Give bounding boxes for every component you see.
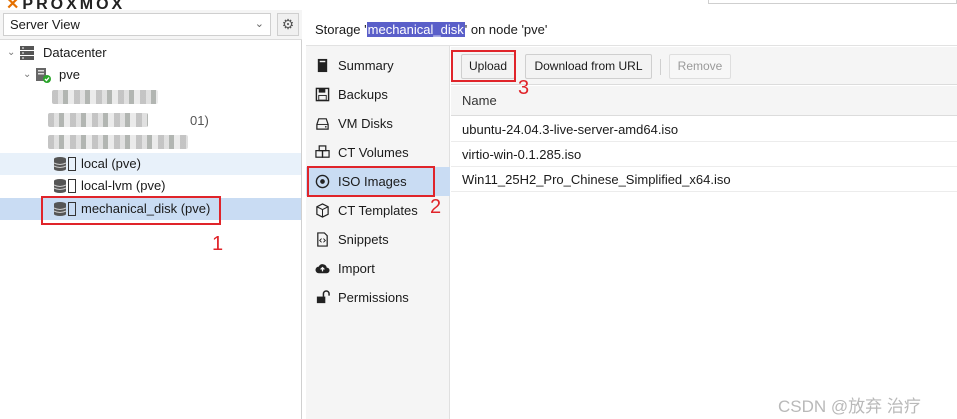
nav-item-label: Import: [338, 261, 375, 276]
download-from-url-button[interactable]: Download from URL: [525, 54, 652, 79]
blurred-tree-fragment: 01): [190, 113, 209, 128]
file-code-icon: [317, 232, 328, 247]
tree-item-storage-local[interactable]: local (pve): [0, 153, 301, 175]
tree-item-label: pve: [59, 67, 80, 82]
database-icon: [53, 179, 67, 193]
nav-item-label: Snippets: [338, 232, 389, 247]
nav-item-permissions[interactable]: Permissions: [306, 283, 450, 312]
title-prefix: Storage ': [315, 22, 367, 37]
blurred-tree-item: [48, 113, 148, 127]
view-select[interactable]: Server View ⌄: [3, 13, 271, 36]
storage-nav: Summary Backups VM Disks CT Volumes ISO …: [306, 46, 450, 419]
table-row[interactable]: ubuntu-24.04.3-live-server-amd64.iso: [451, 117, 957, 142]
blurred-tree-item: [52, 90, 158, 104]
panel-header: Storage 'mechanical_disk' on node 'pve': [306, 14, 957, 46]
tree-item-datacenter[interactable]: ⌄ Datacenter: [0, 42, 301, 64]
database-icon: [53, 157, 67, 171]
tree-item-label: local-lvm (pve): [81, 178, 166, 193]
nav-item-label: Permissions: [338, 290, 409, 305]
nav-item-label: Summary: [338, 58, 394, 73]
search-input[interactable]: [708, 0, 957, 4]
nav-item-label: CT Volumes: [338, 145, 409, 160]
page-title: Storage 'mechanical_disk' on node 'pve': [315, 22, 547, 37]
blurred-tree-item: [48, 135, 188, 149]
nav-item-label: VM Disks: [338, 116, 393, 131]
cube-icon: [316, 203, 329, 218]
nav-item-vm-disks[interactable]: VM Disks: [306, 109, 450, 138]
nav-item-summary[interactable]: Summary: [306, 51, 450, 80]
chevron-down-icon: ⌄: [254, 18, 264, 30]
annotation-number-2: 2: [430, 196, 442, 218]
annotation-box-storage: [41, 196, 221, 225]
nav-item-snippets[interactable]: Snippets: [306, 225, 450, 254]
top-strip: ✕PROXMOX: [0, 0, 957, 13]
table-row[interactable]: virtio-win-0.1.285.iso: [451, 142, 957, 167]
tree-item-node-pve[interactable]: ⌄ pve: [0, 64, 301, 86]
annotation-box-upload: [451, 50, 516, 82]
remove-button[interactable]: Remove: [669, 54, 731, 79]
unlock-icon: [316, 290, 330, 304]
node-online-icon: [36, 68, 51, 83]
title-suffix: ' on node 'pve': [464, 22, 548, 37]
cubes-icon: [315, 145, 330, 158]
annotation-number-3: 3: [518, 77, 530, 99]
title-storage-name: mechanical_disk: [366, 22, 465, 37]
iso-images-panel: Upload Download from URL Remove Name ubu…: [451, 47, 957, 419]
tree-item-label: local (pve): [81, 156, 141, 171]
gear-icon[interactable]: ⚙: [277, 13, 299, 36]
collapse-toggle-icon[interactable]: ⌄: [23, 64, 31, 86]
cloud-upload-icon: [315, 264, 330, 274]
nav-item-label: CT Templates: [338, 203, 418, 218]
view-select-value: Server View: [10, 17, 80, 32]
nav-item-label: Backups: [338, 87, 388, 102]
tree-item-label: Datacenter: [43, 45, 107, 60]
collapse-toggle-icon[interactable]: ⌄: [7, 42, 15, 64]
watermark: CSDN @放弃 治疗: [778, 397, 921, 416]
toolbar-separator: [660, 59, 661, 75]
annotation-box-iso-images: [307, 166, 435, 197]
floppy-icon: [315, 87, 330, 102]
nav-item-import[interactable]: Import: [306, 254, 450, 283]
table-row[interactable]: Win11_25H2_Pro_Chinese_Simplified_x64.is…: [451, 167, 957, 192]
tree-item-storage-local-lvm[interactable]: local-lvm (pve): [0, 175, 301, 197]
nav-item-ct-templates[interactable]: CT Templates: [306, 196, 450, 225]
storage-status-icon: [68, 157, 76, 171]
view-selector-bar: Server View ⌄ ⚙: [0, 10, 302, 40]
server-stack-icon: [20, 46, 34, 60]
nav-item-ct-volumes[interactable]: CT Volumes: [306, 138, 450, 167]
annotation-number-1: 1: [212, 233, 224, 255]
storage-status-icon: [68, 179, 76, 193]
book-icon: [317, 58, 328, 73]
hdd-icon: [316, 118, 329, 130]
nav-item-backups[interactable]: Backups: [306, 80, 450, 109]
